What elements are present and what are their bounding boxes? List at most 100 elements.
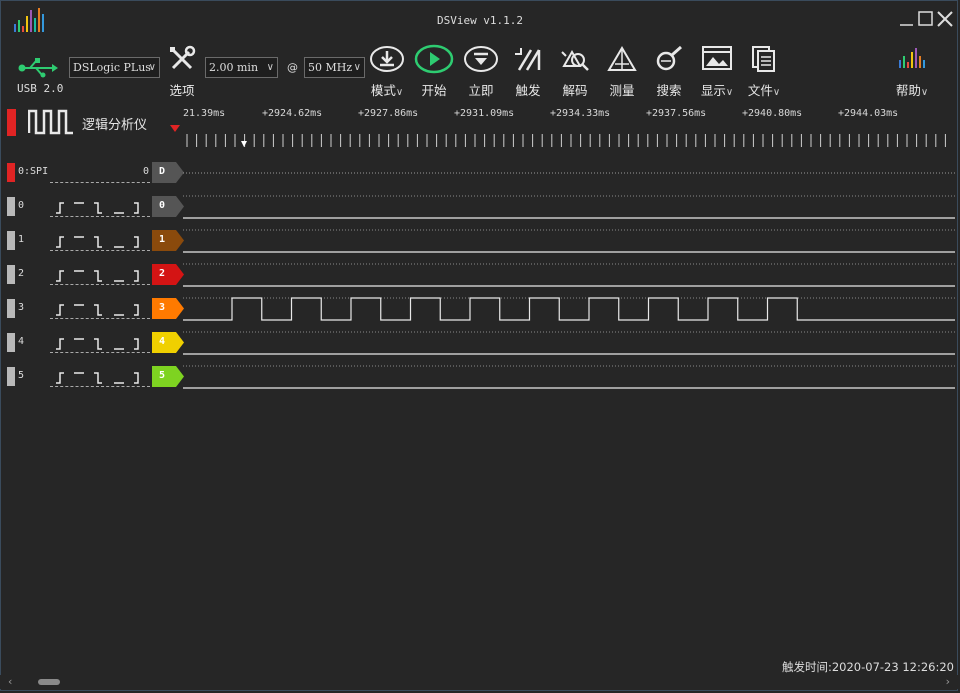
- ruler-tick-label: +2944.03ms: [838, 108, 899, 119]
- channel-name[interactable]: 1: [18, 234, 24, 245]
- device-select-value: DSLogic PLus: [73, 61, 151, 74]
- scrollbar-thumb[interactable]: [38, 679, 60, 685]
- play-icon: [414, 44, 454, 74]
- ruler-tick-label: +2924.62ms: [262, 108, 323, 119]
- channel-tag-label: 2: [159, 268, 166, 279]
- maximize-icon[interactable]: [917, 10, 935, 28]
- logic-wave-icon: [28, 109, 73, 135]
- channel-waveform[interactable]: [183, 161, 955, 185]
- wrench-icon: [170, 45, 196, 70]
- ruler-tick-label: 21.39ms: [183, 108, 226, 119]
- channel-row: 44: [0, 331, 960, 355]
- ruler-tick-label: +2927.86ms: [358, 108, 419, 119]
- close-icon[interactable]: [936, 10, 954, 28]
- display-label-text: 显示: [700, 83, 726, 98]
- channel-flag[interactable]: [7, 333, 15, 352]
- ruler-tick-label: +2934.33ms: [550, 108, 611, 119]
- ruler-tick-label: +2937.56ms: [646, 108, 707, 119]
- chevron-down-icon: ∨: [920, 87, 929, 98]
- search-button[interactable]: 搜索: [649, 44, 689, 100]
- ruler-ticks: [186, 134, 946, 147]
- samplerate-select-value: 50 MHz: [308, 61, 353, 74]
- title-bar: DSView v1.1.2: [0, 0, 960, 40]
- channel-separator: [50, 216, 150, 217]
- trigger-condition-icons[interactable]: [50, 335, 150, 351]
- channel-tag[interactable]: [152, 264, 184, 285]
- channel-name[interactable]: 3: [18, 302, 24, 313]
- instant-button[interactable]: 立即: [461, 44, 501, 100]
- trigger-condition-icons[interactable]: [50, 301, 150, 317]
- measure-icon: [607, 46, 637, 71]
- device-select[interactable]: DSLogic PLus ∨: [69, 57, 160, 78]
- download-icon: [370, 46, 404, 72]
- channel-name[interactable]: 0:SPI: [18, 166, 48, 177]
- channel-separator: [50, 250, 150, 251]
- channel-tag[interactable]: [152, 230, 184, 251]
- horizontal-scrollbar[interactable]: ‹ ›: [0, 675, 960, 689]
- mode-label-text: 模式: [370, 83, 396, 98]
- channel-waveform[interactable]: [183, 365, 955, 389]
- channel-tag[interactable]: [152, 332, 184, 353]
- chevron-down-icon: ∨: [395, 87, 404, 98]
- trigger-condition-icons[interactable]: [50, 233, 150, 249]
- ruler-tick-label: +2940.80ms: [742, 108, 803, 119]
- file-label: 文件∨: [734, 80, 794, 99]
- channel-waveform[interactable]: [183, 229, 955, 253]
- channel-waveform[interactable]: [183, 195, 955, 219]
- duration-select-value: 2.00 min: [209, 61, 259, 74]
- chevron-down-icon: ∨: [148, 62, 156, 73]
- channel-tag-label: D: [159, 166, 166, 177]
- channel-name[interactable]: 2: [18, 268, 24, 279]
- channel-name[interactable]: 5: [18, 370, 24, 381]
- trigger-condition-icons[interactable]: [50, 267, 150, 283]
- channel-tag[interactable]: [152, 196, 184, 217]
- channel-flag[interactable]: [7, 367, 15, 386]
- duration-select[interactable]: 2.00 min ∨: [205, 57, 278, 78]
- channel-name[interactable]: 4: [18, 336, 24, 347]
- channel-flag[interactable]: [7, 299, 15, 318]
- file-button[interactable]: 文件∨: [744, 44, 784, 100]
- samplerate-select[interactable]: 50 MHz ∨: [304, 57, 365, 78]
- trigger-button[interactable]: 触发: [508, 44, 548, 100]
- channel-flag[interactable]: [7, 163, 15, 182]
- display-icon: [702, 46, 732, 70]
- start-button[interactable]: 开始: [414, 44, 454, 100]
- scroll-left-icon[interactable]: ‹: [8, 675, 12, 688]
- scroll-right-icon[interactable]: ›: [946, 675, 950, 688]
- decode-button[interactable]: 解码: [555, 44, 595, 100]
- channel-tag[interactable]: [152, 366, 184, 387]
- search-icon: [656, 45, 682, 71]
- ruler-tick-label: +2931.09ms: [454, 108, 515, 119]
- trigger-marker-icon: [170, 125, 180, 132]
- channel-separator: [50, 386, 150, 387]
- channel-flag[interactable]: [7, 265, 15, 284]
- help-button[interactable]: 帮助∨: [892, 44, 932, 100]
- channel-separator: [50, 182, 150, 183]
- mode-indicator: [7, 109, 16, 136]
- channel-flag[interactable]: [7, 197, 15, 216]
- help-label: 帮助∨: [882, 80, 942, 99]
- channel-waveform[interactable]: [183, 297, 955, 321]
- chevron-down-icon: ∨: [266, 62, 274, 73]
- channel-row: 33: [0, 297, 960, 321]
- trigger-condition-icons[interactable]: [50, 369, 150, 385]
- options-button[interactable]: 选项: [162, 44, 202, 100]
- channel-waveform[interactable]: [183, 263, 955, 287]
- display-button[interactable]: 显示∨: [697, 44, 737, 100]
- channel-name[interactable]: 0: [18, 200, 24, 211]
- chevron-down-icon: ∨: [772, 87, 781, 98]
- trigger-time-status: 触发时间:2020-07-23 12:26:20: [781, 660, 954, 674]
- channel-tag[interactable]: [152, 298, 184, 319]
- trigger-condition-icons[interactable]: [50, 199, 150, 215]
- channel-flag[interactable]: [7, 231, 15, 250]
- mode-button[interactable]: 模式∨: [367, 44, 407, 100]
- channel-tag-label: 5: [159, 370, 166, 381]
- channel-waveform[interactable]: [183, 331, 955, 355]
- chevron-down-icon: ∨: [353, 62, 361, 73]
- channel-tag-label: 4: [159, 336, 166, 347]
- measure-button[interactable]: 测量: [602, 44, 642, 100]
- channel-row: 22: [0, 263, 960, 287]
- help-label-text: 帮助: [895, 83, 921, 98]
- channel-tag[interactable]: [152, 162, 184, 183]
- minimize-icon[interactable]: [898, 10, 916, 28]
